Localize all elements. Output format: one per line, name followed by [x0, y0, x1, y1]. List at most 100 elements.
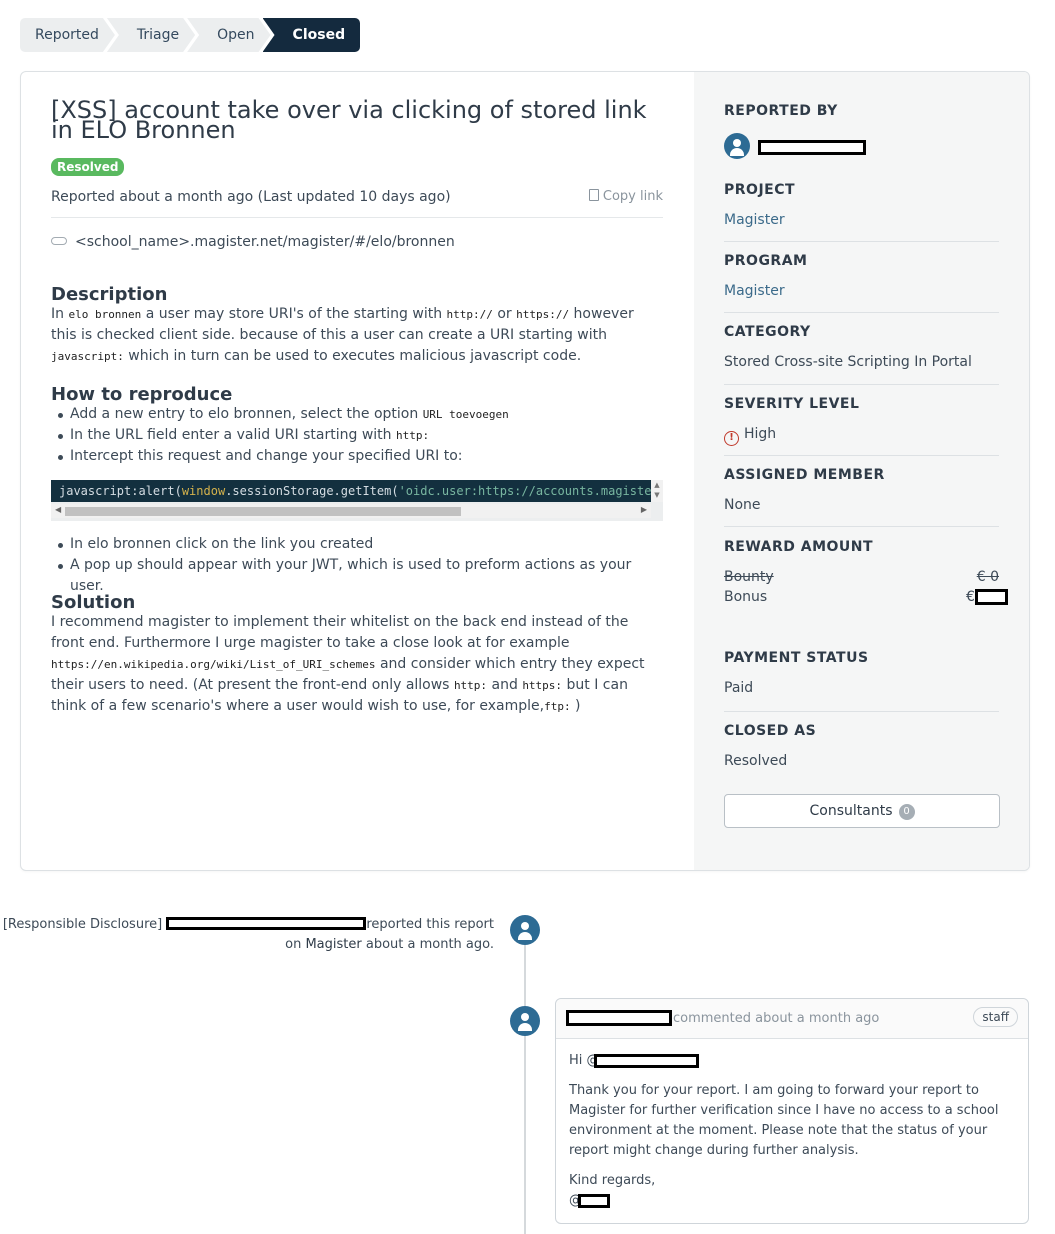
- closed-label: CLOSED AS: [724, 723, 817, 739]
- copy-link-label: Copy link: [602, 189, 663, 204]
- status-badge: Resolved: [51, 158, 125, 176]
- divider: [724, 711, 999, 712]
- code-token: javascript:alert(: [59, 484, 182, 498]
- copy-icon: [588, 189, 599, 201]
- code-token: window: [181, 484, 226, 498]
- redacted-username: [758, 140, 866, 155]
- code-line: javascript:alert(window.sessionStorage.g…: [51, 480, 663, 502]
- description-text: In elo bronnen a user may store URI's of…: [51, 304, 663, 367]
- payment-value: Paid: [724, 680, 754, 696]
- payment-label: PAYMENT STATUS: [724, 650, 869, 666]
- solution-text: I recommend magister to implement their …: [51, 612, 663, 717]
- category-value: Stored Cross-site Scripting In Portal: [724, 354, 972, 370]
- inline-code: ftp:: [544, 700, 571, 713]
- category-label: CATEGORY: [724, 324, 811, 340]
- reward-label: REWARD AMOUNT: [724, 539, 874, 555]
- divider: [51, 217, 663, 218]
- redaction-box: [166, 917, 367, 930]
- closed-value: Resolved: [724, 753, 788, 769]
- consultants-count: 0: [898, 804, 915, 820]
- divider: [724, 241, 999, 242]
- text: and: [487, 677, 523, 693]
- text: or: [492, 306, 517, 322]
- list-item: Intercept this request and change your s…: [51, 446, 663, 467]
- text: which in turn can be used to executes ma…: [123, 348, 582, 364]
- bonus-label: Bonus: [724, 589, 768, 605]
- redacted-username: [166, 917, 367, 930]
- description-heading: Description: [51, 284, 168, 305]
- reproduce-list: Add a new entry to elo bronnen, select t…: [51, 404, 663, 467]
- horizontal-scrollbar[interactable]: ◀ ▶: [51, 504, 651, 518]
- bounty-value: € 0: [976, 569, 999, 585]
- inline-code: javascript:: [51, 350, 124, 363]
- scrollbar-thumb[interactable]: [65, 507, 461, 516]
- project-label: PROJECT: [724, 182, 796, 198]
- inline-code: https://en.wikipedia.org/wiki/List_of_UR…: [51, 658, 376, 671]
- bonus-currency: €: [966, 589, 975, 605]
- reproduce-heading: How to reproduce: [51, 384, 233, 405]
- assigned-label: ASSIGNED MEMBER: [724, 467, 885, 483]
- text: In the URL field enter a valid URI start…: [70, 427, 396, 443]
- copy-link-button[interactable]: Copy link: [588, 189, 663, 204]
- comment-signature-line: @: [569, 1191, 1019, 1211]
- step-closed: Closed: [262, 18, 361, 52]
- inline-code: http:: [395, 429, 430, 442]
- comment-card: commented about a month ago staff Hi @ T…: [555, 998, 1029, 1224]
- scroll-left-icon[interactable]: ◀: [55, 505, 61, 514]
- consultants-label: Consultants: [809, 803, 893, 819]
- report-card: [XSS] account take over via clicking of …: [20, 71, 1030, 871]
- project-link[interactable]: Magister: [305, 937, 361, 952]
- inline-code: URL toevoegen: [422, 408, 509, 421]
- step-reported: Reported: [20, 18, 115, 52]
- program-label: PROGRAM: [724, 253, 808, 269]
- bounty-label: Bounty: [724, 569, 774, 585]
- comment-body: Hi @ Thank you for your report. I am goi…: [569, 1051, 1019, 1211]
- reported-by-label: REPORTED BY: [724, 103, 838, 119]
- project-link[interactable]: Magister: [724, 212, 785, 228]
- report-title: [XSS] account take over via clicking of …: [51, 96, 647, 144]
- code-token: 'oidc.user:https://accounts.magister.n: [398, 484, 663, 498]
- severity-label: SEVERITY LEVEL: [724, 396, 860, 412]
- list-item: In the URL field enter a valid URI start…: [51, 425, 663, 446]
- avatar[interactable]: [724, 133, 750, 159]
- avatar[interactable]: [510, 1006, 540, 1036]
- inline-code: http:: [453, 679, 488, 692]
- assigned-value: None: [724, 497, 761, 513]
- scroll-right-icon[interactable]: ▶: [641, 505, 647, 514]
- comment-text: Thank you for your report. I am going to…: [569, 1083, 999, 1158]
- divider: [724, 384, 999, 385]
- vertical-scrollbar[interactable]: ▲ ▼: [651, 480, 663, 502]
- text: on: [285, 937, 306, 952]
- comment-greeting-line: Hi @: [569, 1051, 1019, 1071]
- program-link[interactable]: Magister: [724, 283, 785, 299]
- reproduce-list-continued: In elo bronnen click on the link you cre…: [51, 534, 663, 597]
- inline-code: http://: [446, 308, 493, 321]
- redacted-username: [594, 1054, 699, 1068]
- list-item: A pop up should appear with your JWT, wh…: [51, 555, 663, 597]
- text: In: [51, 306, 69, 322]
- redacted-signature: [578, 1194, 610, 1208]
- divider: [724, 455, 999, 456]
- inline-code: https:: [522, 679, 563, 692]
- alert-icon: !: [724, 431, 739, 446]
- timeline-event-reported: [Responsible Disclosure] reported this r…: [3, 917, 494, 932]
- text: ): [570, 698, 581, 714]
- comment-signoff: Kind regards,: [569, 1173, 656, 1188]
- inline-code: https://: [516, 308, 570, 321]
- report-meta: Reported about a month ago (Last updated…: [51, 189, 451, 205]
- severity-value: ! High: [724, 426, 776, 446]
- comment-meta: commented about a month ago: [673, 1011, 880, 1026]
- redacted-bonus: [975, 589, 1008, 605]
- divider: [724, 312, 999, 313]
- comment-header: commented about a month ago staff: [556, 999, 1028, 1039]
- status-steps: Reported Triage Open Closed: [20, 18, 361, 52]
- avatar[interactable]: [510, 915, 540, 945]
- code-block[interactable]: javascript:alert(window.sessionStorage.g…: [51, 480, 663, 521]
- consultants-button[interactable]: Consultants 0: [724, 794, 1000, 828]
- text: Add a new entry to elo bronnen, select t…: [70, 406, 423, 422]
- text: a user may store URI's of the starting w…: [141, 306, 447, 322]
- list-item: Add a new entry to elo bronnen, select t…: [51, 404, 663, 425]
- event-prefix: [Responsible Disclosure]: [2, 917, 163, 932]
- event-time: about a month ago.: [361, 937, 494, 952]
- report-url[interactable]: <school_name>.magister.net/magister/#/el…: [51, 234, 455, 250]
